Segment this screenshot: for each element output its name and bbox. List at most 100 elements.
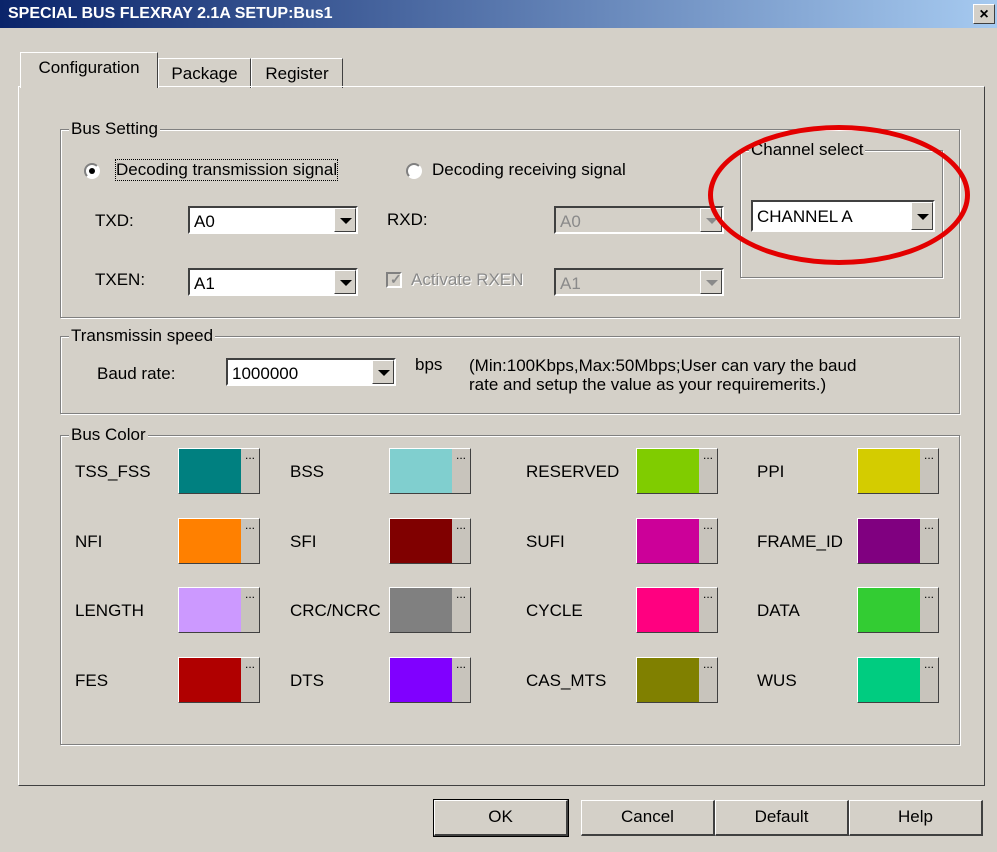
color-label-tss-fss: TSS_FSS <box>75 462 151 481</box>
color-picker-cycle[interactable]: ... <box>636 587 718 633</box>
help-button[interactable]: Help <box>849 800 983 836</box>
color-label-reserved: RESERVED <box>526 462 620 481</box>
radio-decode-transmission-label[interactable]: Decoding transmission signal <box>114 159 339 181</box>
rxen-select: A1 <box>554 268 724 296</box>
baud-unit: bps <box>415 355 443 374</box>
tab-register-label: Register <box>265 64 329 83</box>
ellipsis-button[interactable]: ... <box>699 519 717 563</box>
tab-register[interactable]: Register <box>251 58 343 88</box>
color-picker-frame-id[interactable]: ... <box>857 518 939 564</box>
color-swatch <box>390 658 452 702</box>
ellipsis-button[interactable]: ... <box>241 449 259 493</box>
txd-select[interactable]: A0 <box>188 206 358 234</box>
ellipsis-button[interactable]: ... <box>452 449 470 493</box>
color-label-cas-mts: CAS_MTS <box>526 671 607 690</box>
color-swatch <box>637 449 699 493</box>
color-picker-sufi[interactable]: ... <box>636 518 718 564</box>
tab-package[interactable]: Package <box>158 58 251 88</box>
activate-rxen-checkbox: ✓ <box>386 271 402 288</box>
rxen-value: A1 <box>560 274 581 293</box>
color-swatch <box>858 449 920 493</box>
transmission-speed-title: Transmissin speed <box>69 326 216 346</box>
ellipsis-button[interactable]: ... <box>452 588 470 632</box>
baud-note-line1: (Min:100Kbps,Max:50Mbps;User can vary th… <box>469 356 857 375</box>
radio-decode-transmission[interactable] <box>84 163 100 179</box>
tab-configuration-label: Configuration <box>38 58 140 77</box>
highlight-ellipse <box>708 125 970 265</box>
txd-label: TXD: <box>95 211 134 230</box>
baud-rate-select[interactable]: 1000000 <box>226 358 396 386</box>
color-swatch <box>637 658 699 702</box>
checkmark-icon: ✓ <box>390 271 402 287</box>
ellipsis-button[interactable]: ... <box>241 588 259 632</box>
color-picker-nfi[interactable]: ... <box>178 518 260 564</box>
ellipsis-button[interactable]: ... <box>920 449 938 493</box>
default-button[interactable]: Default <box>715 800 849 836</box>
baud-rate-label: Baud rate: <box>97 364 176 383</box>
color-picker-cas-mts[interactable]: ... <box>636 657 718 703</box>
color-swatch <box>637 519 699 563</box>
color-picker-bss[interactable]: ... <box>389 448 471 494</box>
ellipsis-button[interactable]: ... <box>452 658 470 702</box>
dialog-window: SPECIAL BUS FLEXRAY 2.1A SETUP:Bus1 × Co… <box>0 0 997 852</box>
color-picker-reserved[interactable]: ... <box>636 448 718 494</box>
color-picker-ppi[interactable]: ... <box>857 448 939 494</box>
color-picker-sfi[interactable]: ... <box>389 518 471 564</box>
rxd-value: A0 <box>560 212 581 231</box>
ellipsis-button[interactable]: ... <box>241 658 259 702</box>
color-swatch <box>858 519 920 563</box>
tab-package-label: Package <box>171 64 238 83</box>
chevron-down-icon <box>700 270 722 294</box>
ellipsis-button[interactable]: ... <box>241 519 259 563</box>
color-swatch <box>179 658 241 702</box>
ellipsis-button[interactable]: ... <box>920 588 938 632</box>
rxd-label: RXD: <box>387 210 428 229</box>
chevron-down-icon[interactable] <box>334 270 356 294</box>
color-label-cycle: CYCLE <box>526 601 583 620</box>
ellipsis-button[interactable]: ... <box>920 519 938 563</box>
color-swatch <box>179 588 241 632</box>
tab-configuration[interactable]: Configuration <box>20 52 158 88</box>
rxd-select: A0 <box>554 206 724 234</box>
window-title: SPECIAL BUS FLEXRAY 2.1A SETUP:Bus1 <box>8 5 333 22</box>
chevron-down-icon[interactable] <box>372 360 394 384</box>
ellipsis-button[interactable]: ... <box>699 449 717 493</box>
activate-rxen-label: Activate RXEN <box>411 270 524 289</box>
color-label-length: LENGTH <box>75 601 144 620</box>
ellipsis-button[interactable]: ... <box>699 658 717 702</box>
color-picker-length[interactable]: ... <box>178 587 260 633</box>
color-swatch <box>858 658 920 702</box>
close-button[interactable]: × <box>973 4 995 24</box>
color-label-frame-id: FRAME_ID <box>757 532 843 551</box>
color-picker-wus[interactable]: ... <box>857 657 939 703</box>
ok-button[interactable]: OK <box>433 799 569 837</box>
color-label-nfi: NFI <box>75 532 103 551</box>
color-label-ppi: PPI <box>757 462 785 481</box>
color-picker-data[interactable]: ... <box>857 587 939 633</box>
color-swatch <box>179 519 241 563</box>
ellipsis-button[interactable]: ... <box>452 519 470 563</box>
baud-rate-value: 1000000 <box>232 364 299 383</box>
bus-setting-title: Bus Setting <box>69 119 160 139</box>
radio-decode-receiving[interactable] <box>406 163 422 179</box>
chevron-down-icon[interactable] <box>334 208 356 232</box>
color-swatch <box>390 519 452 563</box>
color-picker-crc-ncrc[interactable]: ... <box>389 587 471 633</box>
color-swatch <box>179 449 241 493</box>
color-picker-dts[interactable]: ... <box>389 657 471 703</box>
color-swatch <box>858 588 920 632</box>
txen-select[interactable]: A1 <box>188 268 358 296</box>
txd-value: A0 <box>194 212 215 231</box>
ellipsis-button[interactable]: ... <box>699 588 717 632</box>
color-label-fes: FES <box>75 671 109 690</box>
color-label-crc-ncrc: CRC/NCRC <box>290 601 381 620</box>
color-picker-tss-fss[interactable]: ... <box>178 448 260 494</box>
ellipsis-button[interactable]: ... <box>920 658 938 702</box>
radio-decode-receiving-label[interactable]: Decoding receiving signal <box>432 160 626 180</box>
color-picker-fes[interactable]: ... <box>178 657 260 703</box>
color-label-sufi: SUFI <box>526 532 565 551</box>
color-label-wus: WUS <box>757 671 797 690</box>
color-swatch <box>390 449 452 493</box>
color-swatch <box>390 588 452 632</box>
cancel-button[interactable]: Cancel <box>581 800 715 836</box>
